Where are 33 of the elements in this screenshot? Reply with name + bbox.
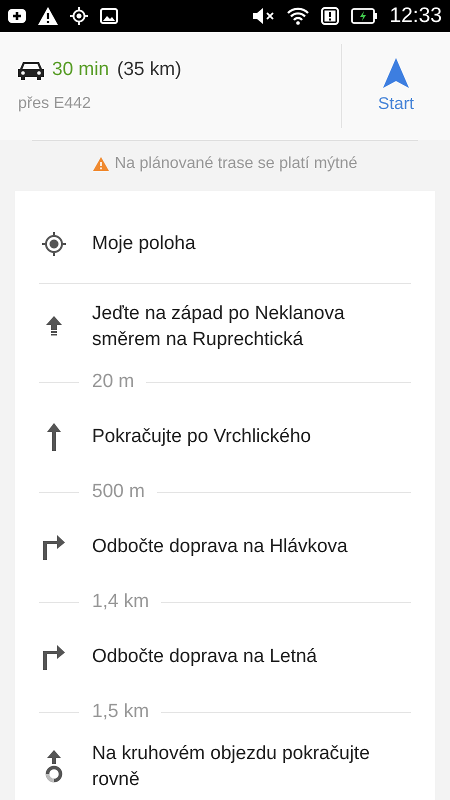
image-icon xyxy=(100,8,118,24)
direction-step[interactable]: Odbočte doprava na Letná xyxy=(92,644,392,670)
step-distance: 20 m xyxy=(91,371,136,393)
battery-charging-icon xyxy=(351,8,378,24)
step-distance: 500 m xyxy=(91,481,146,503)
arrow-up-icon xyxy=(44,316,62,338)
warning-icon xyxy=(92,157,109,171)
route-via: přes E442 xyxy=(18,95,92,113)
clock-time: 12:33 xyxy=(389,4,442,28)
toll-notice: Na plánované trase se platí mýtné xyxy=(114,155,358,173)
mute-icon xyxy=(253,7,276,25)
turn-right-icon xyxy=(42,534,66,560)
my-location-icon xyxy=(40,231,66,257)
gps-icon xyxy=(70,7,88,25)
warning-icon xyxy=(38,7,58,25)
wifi-icon xyxy=(287,7,310,25)
turn-right-icon xyxy=(42,644,66,670)
alert-icon xyxy=(321,7,340,25)
arrow-up-icon xyxy=(46,423,62,451)
step-distance: 1,5 km xyxy=(91,701,150,723)
car-icon xyxy=(18,60,44,80)
navigation-arrow-icon xyxy=(383,58,409,88)
step-distance: 1,4 km xyxy=(91,591,150,613)
direction-step[interactable]: Moje poloha xyxy=(92,231,392,257)
direction-step[interactable]: Jeďte na západ po Neklanova směrem na Ruprechtická xyxy=(92,301,392,353)
roundabout-icon xyxy=(44,750,64,784)
direction-step[interactable]: Pokračujte po Vrchlického xyxy=(92,424,392,450)
route-duration: 30 min xyxy=(52,59,110,81)
direction-step[interactable]: Odbočte doprava na Hlávkova xyxy=(92,534,392,560)
start-button[interactable]: Start xyxy=(342,32,450,140)
route-distance: (35 km) xyxy=(117,59,182,81)
add-box-icon xyxy=(8,8,26,24)
direction-step[interactable]: Na kruhovém objezdu pokračujte rovně xyxy=(92,741,392,793)
